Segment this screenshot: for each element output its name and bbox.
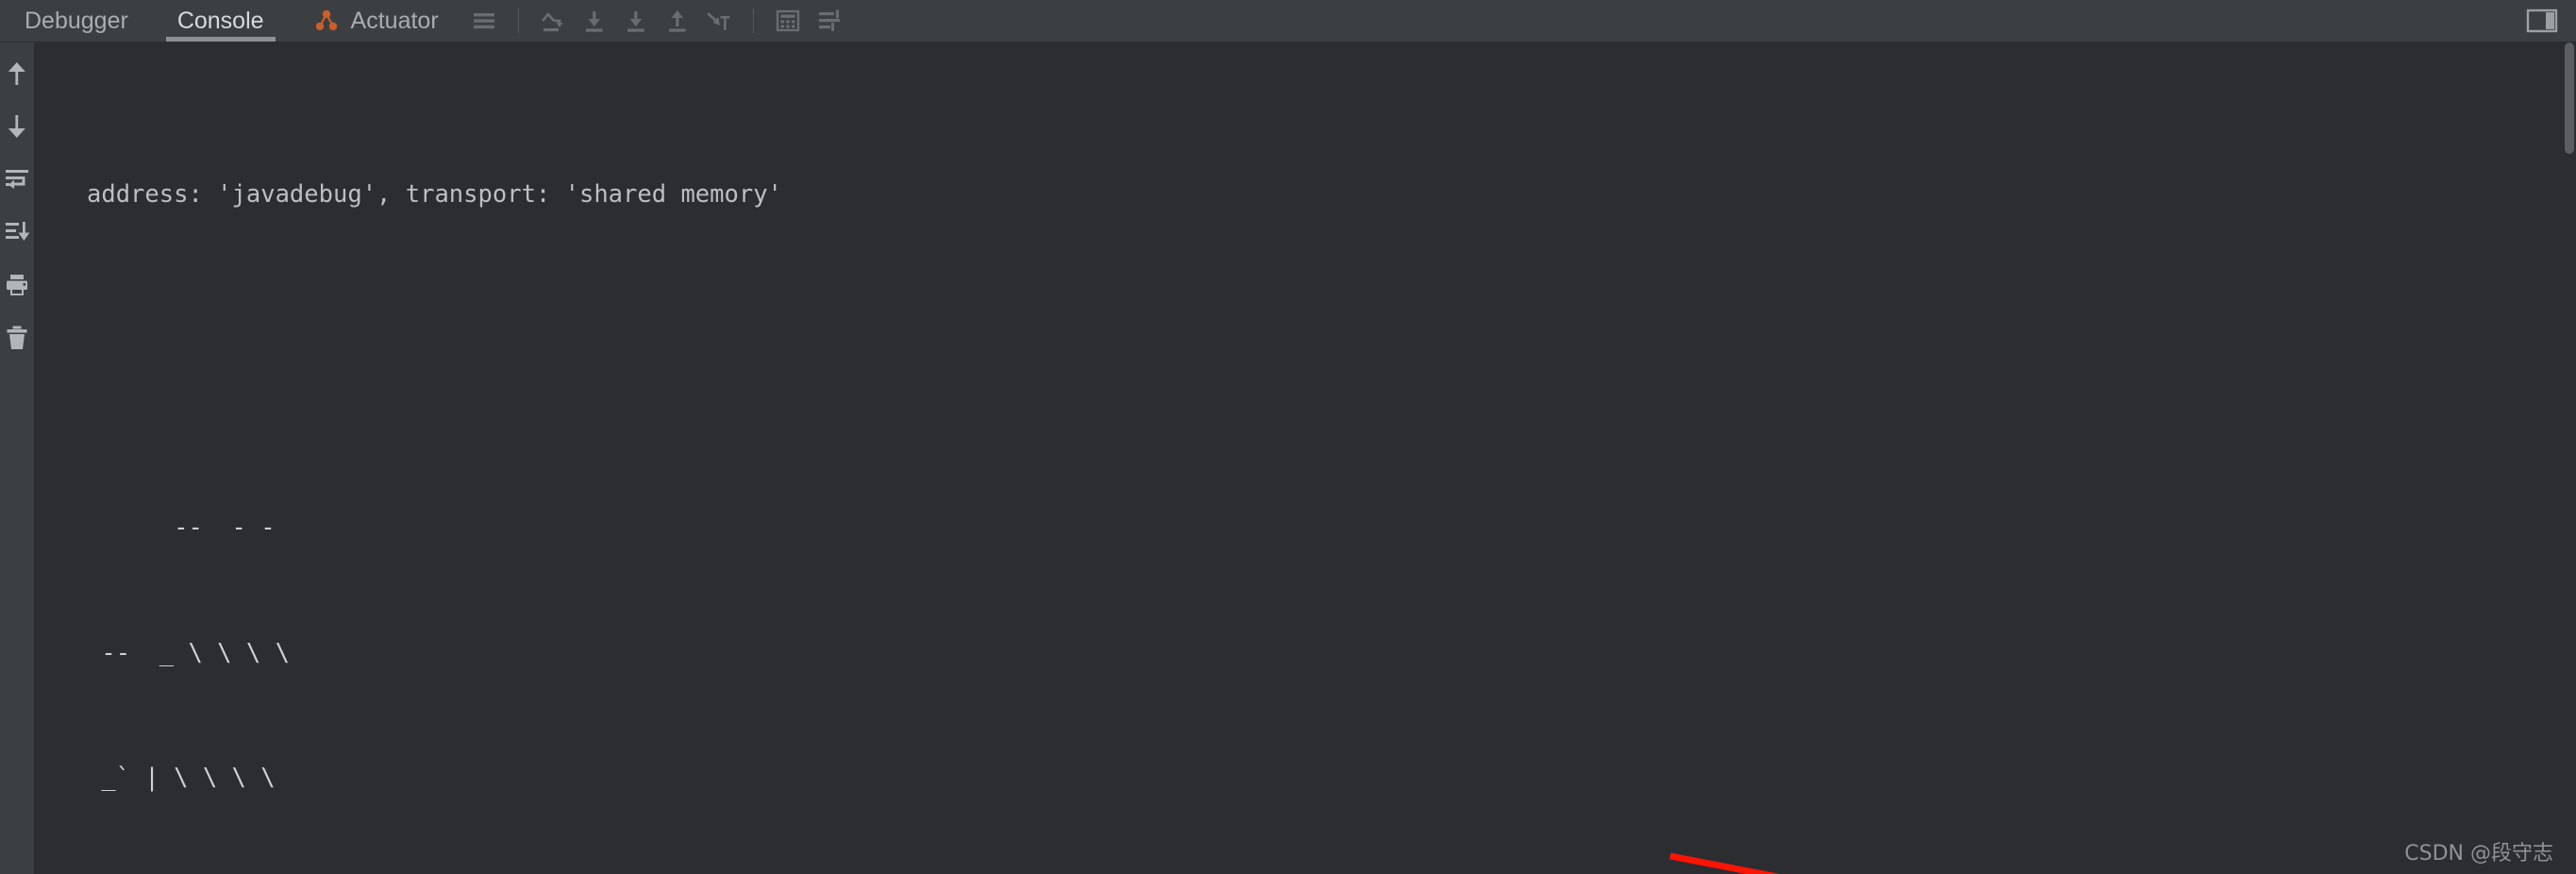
banner-line-0: -- - - (87, 513, 276, 543)
run-to-cursor-icon[interactable] (698, 0, 740, 42)
toolbar-separator-1 (517, 8, 519, 33)
console-output-area[interactable]: address: 'javadebug', transport: 'shared… (34, 42, 2576, 874)
console-tabbar: Debugger Console Actuator (0, 0, 2576, 42)
scroll-down-icon[interactable] (3, 112, 31, 141)
force-step-into-icon[interactable] (615, 0, 657, 42)
banner-line-1: -- _ \ \ \ \ (87, 638, 290, 667)
trash-icon[interactable] (3, 324, 31, 352)
banner-line-2: _` | \ \ \ \ (87, 764, 276, 793)
step-over-icon[interactable] (532, 0, 574, 42)
tab-console-label: Console (176, 7, 264, 34)
console-side-toolbar (0, 42, 34, 874)
scroll-up-icon[interactable] (3, 59, 31, 88)
settings-list-icon[interactable] (809, 0, 850, 42)
tab-debugger-label: Debugger (25, 7, 128, 34)
attach-text: address: 'javadebug', transport: 'shared… (87, 179, 782, 209)
console-text: address: 'javadebug', transport: 'shared… (34, 42, 2576, 874)
evaluate-expression-icon[interactable] (767, 0, 809, 42)
soft-wrap-icon[interactable] (3, 165, 31, 193)
window-layout-icon[interactable] (2521, 8, 2563, 34)
menu-icon[interactable] (463, 0, 505, 42)
console-body: address: 'javadebug', transport: 'shared… (0, 42, 2576, 874)
tabbar-right-controls (2521, 0, 2576, 42)
watermark-text: CSDN @段守志 (2404, 842, 2553, 866)
step-out-icon[interactable] (657, 0, 698, 42)
tab-actuator[interactable]: Actuator (289, 0, 463, 42)
scroll-to-end-icon[interactable] (3, 218, 31, 246)
console-scrollbar[interactable] (2563, 42, 2576, 874)
toolbar-separator-2 (752, 8, 754, 33)
scrollbar-thumb[interactable] (2565, 42, 2574, 154)
debugger-console-window: Debugger Console Actuator address: 'java… (0, 0, 2576, 874)
console-line-attach: address: 'javadebug', transport: 'shared… (34, 174, 2576, 215)
tab-actuator-label: Actuator (350, 7, 439, 34)
tab-debugger[interactable]: Debugger (0, 0, 153, 42)
actuator-icon (313, 8, 342, 33)
tab-console[interactable]: Console (153, 0, 289, 42)
print-icon[interactable] (3, 271, 31, 299)
step-into-icon[interactable] (574, 0, 615, 42)
